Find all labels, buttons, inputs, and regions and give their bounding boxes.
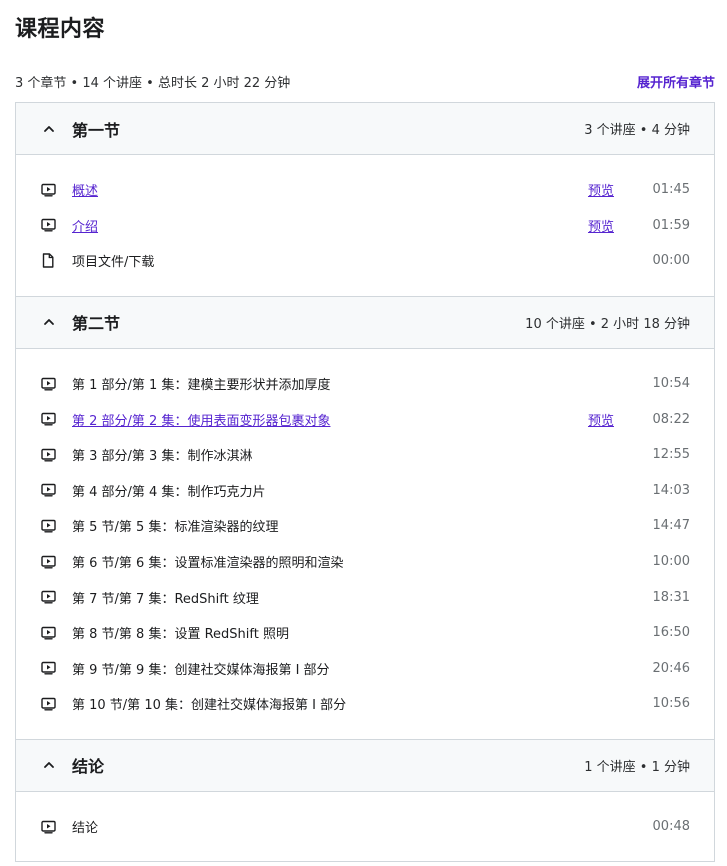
video-play-icon xyxy=(40,376,56,392)
video-play-icon xyxy=(40,819,56,835)
lecture-duration: 00:48 xyxy=(652,819,690,835)
video-play-icon xyxy=(40,696,56,712)
lecture-title: 第 9 节/第 9 集：创建社交媒体海报第 I 部分 xyxy=(72,662,330,678)
lecture-title: 第 4 部分/第 4 集：制作巧克力片 xyxy=(72,484,266,500)
video-play-icon xyxy=(40,411,56,427)
video-play-icon xyxy=(40,660,56,676)
curriculum-list: 第一节 3 个讲座 • 4 分钟 概述 预览 01:45 介绍 预览 01:59 项目文件/下载… xyxy=(15,102,715,863)
lecture-duration: 10:56 xyxy=(652,696,690,712)
lecture-title: 第 10 节/第 10 集：创建社交媒体海报第 I 部分 xyxy=(72,698,347,714)
lecture-duration: 18:31 xyxy=(652,589,690,605)
lecture-title: 第 1 部分/第 1 集：建模主要形状并添加厚度 xyxy=(72,378,331,394)
section-header[interactable]: 第二节 10 个讲座 • 2 小时 18 分钟 xyxy=(16,296,714,349)
lecture-duration: 14:03 xyxy=(652,482,690,498)
lecture-list: 第 1 部分/第 1 集：建模主要形状并添加厚度 10:54 第 2 部分/第 2 … xyxy=(16,349,714,740)
lecture-duration: 16:50 xyxy=(652,625,690,641)
section-meta: 3 个讲座 • 4 分钟 xyxy=(584,123,690,138)
chevron-up-icon xyxy=(42,315,56,329)
lecture-title: 第 5 节/第 5 集：标准渲染器的纹理 xyxy=(72,520,279,536)
video-play-icon xyxy=(40,217,56,233)
lecture-duration: 01:59 xyxy=(652,217,690,233)
lecture-item: 第 10 节/第 10 集：创建社交媒体海报第 I 部分 10:56 xyxy=(16,686,714,722)
section-title: 结论 xyxy=(72,757,105,777)
section-header[interactable]: 第一节 3 个讲座 • 4 分钟 xyxy=(16,103,714,155)
lecture-title: 第 3 部分/第 3 集：制作冰淇淋 xyxy=(72,449,253,465)
curriculum-summary-row: 3 个章节 • 14 个讲座 • 总时长 2 小时 22 分钟 展开所有章节 xyxy=(15,70,715,92)
lecture-duration: 01:45 xyxy=(652,182,690,198)
video-play-icon xyxy=(40,482,56,498)
lecture-duration: 12:55 xyxy=(652,447,690,463)
lecture-item: 第 4 部分/第 4 集：制作巧克力片 14:03 xyxy=(16,473,714,509)
video-play-icon xyxy=(40,447,56,463)
file-icon xyxy=(40,253,56,269)
lecture-title: 第 8 节/第 8 集：设置 RedShift 照明 xyxy=(72,627,289,643)
chevron-up-icon xyxy=(42,758,56,772)
video-play-icon xyxy=(40,518,56,534)
section-title: 第二节 xyxy=(72,314,121,334)
lecture-item[interactable]: 概述 预览 01:45 xyxy=(16,172,714,208)
chevron-up-icon xyxy=(42,122,56,136)
video-play-icon xyxy=(40,182,56,198)
lecture-list: 概述 预览 01:45 介绍 预览 01:59 项目文件/下载 00:00 xyxy=(16,155,714,297)
video-play-icon xyxy=(40,554,56,570)
lecture-title: 结论 xyxy=(72,821,99,837)
lecture-item: 第 5 节/第 5 集：标准渲染器的纹理 14:47 xyxy=(16,508,714,544)
lecture-item: 项目文件/下载 00:00 xyxy=(16,243,714,279)
lecture-item[interactable]: 介绍 预览 01:59 xyxy=(16,208,714,244)
section-meta: 10 个讲座 • 2 小时 18 分钟 xyxy=(525,316,690,332)
lecture-item: 第 1 部分/第 1 集：建模主要形状并添加厚度 10:54 xyxy=(16,366,714,402)
section-meta: 1 个讲座 • 1 分钟 xyxy=(584,759,690,775)
section-header[interactable]: 结论 1 个讲座 • 1 分钟 xyxy=(16,739,714,792)
section-title: 第一节 xyxy=(72,120,121,140)
lecture-item[interactable]: 第 2 部分/第 2 集：使用表面变形器包裹对象 预览 08:22 xyxy=(16,401,714,437)
video-play-icon xyxy=(40,625,56,641)
lecture-item: 第 7 节/第 7 集：RedShift 纹理 18:31 xyxy=(16,579,714,615)
lecture-duration: 20:46 xyxy=(652,660,690,676)
lecture-item: 第 3 部分/第 3 集：制作冰淇淋 12:55 xyxy=(16,437,714,473)
lecture-title: 第 6 节/第 6 集：设置标准渲染器的照明和渲染 xyxy=(72,556,344,572)
lecture-title: 第 7 节/第 7 集：RedShift 纹理 xyxy=(72,591,259,607)
lecture-item: 结论 00:48 xyxy=(16,809,714,845)
lecture-duration: 14:47 xyxy=(652,518,690,534)
lecture-title-link[interactable]: 介绍 xyxy=(72,216,588,235)
lecture-list: 结论 00:48 xyxy=(16,792,714,863)
lecture-duration: 08:22 xyxy=(652,411,690,427)
lecture-duration: 10:54 xyxy=(652,376,690,392)
lecture-title-link[interactable]: 第 2 部分/第 2 集：使用表面变形器包裹对象 xyxy=(72,410,588,429)
preview-link[interactable]: 预览 xyxy=(588,216,614,235)
page-title: 课程内容 xyxy=(15,17,106,42)
expand-all-sections-button[interactable]: 展开所有章节 xyxy=(637,72,715,91)
lecture-title-link[interactable]: 概述 xyxy=(72,180,588,199)
lecture-title: 项目文件/下载 xyxy=(72,255,155,271)
video-play-icon xyxy=(40,589,56,605)
lecture-item: 第 6 节/第 6 集：设置标准渲染器的照明和渲染 10:00 xyxy=(16,544,714,580)
preview-link[interactable]: 预览 xyxy=(588,180,614,199)
preview-link[interactable]: 预览 xyxy=(588,410,614,429)
lecture-duration: 00:00 xyxy=(652,253,690,269)
lecture-duration: 10:00 xyxy=(652,554,690,570)
curriculum-summary: 3 个章节 • 14 个讲座 • 总时长 2 小时 22 分钟 xyxy=(15,75,291,91)
lecture-item: 第 9 节/第 9 集：创建社交媒体海报第 I 部分 20:46 xyxy=(16,651,714,687)
lecture-item: 第 8 节/第 8 集：设置 RedShift 照明 16:50 xyxy=(16,615,714,651)
